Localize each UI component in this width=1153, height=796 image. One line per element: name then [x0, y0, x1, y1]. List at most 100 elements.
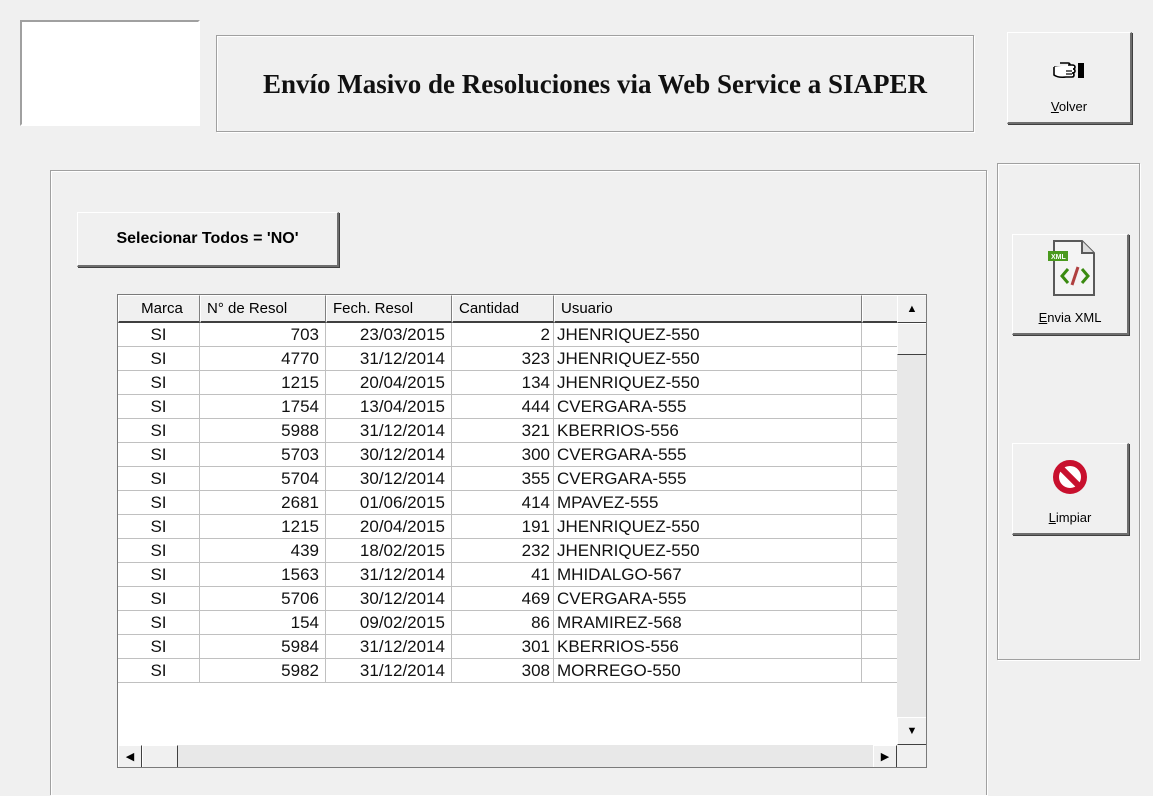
- cell-extra[interactable]: [862, 635, 898, 659]
- cell-usuario[interactable]: MORREGO-550: [554, 659, 862, 683]
- cell-extra[interactable]: [862, 371, 898, 395]
- cell-extra[interactable]: [862, 587, 898, 611]
- cell-marca[interactable]: SI: [118, 467, 200, 491]
- scroll-right-arrow-icon[interactable]: ▶: [873, 745, 897, 767]
- resolutions-grid[interactable]: Marca N° de Resol Fech. Resol Cantidad U…: [117, 294, 927, 768]
- column-header-extra[interactable]: [862, 295, 898, 323]
- cell-marca[interactable]: SI: [118, 659, 200, 683]
- limpiar-button[interactable]: Limpiar: [1012, 443, 1129, 535]
- table-row[interactable]: SI 5704 30/12/2014 355 CVERGARA-555: [118, 467, 898, 491]
- cell-extra[interactable]: [862, 419, 898, 443]
- table-row[interactable]: SI 5703 30/12/2014 300 CVERGARA-555: [118, 443, 898, 467]
- cell-fecha[interactable]: 30/12/2014: [326, 587, 452, 611]
- cell-cantidad[interactable]: 191: [452, 515, 554, 539]
- cell-fecha[interactable]: 20/04/2015: [326, 371, 452, 395]
- cell-fecha[interactable]: 23/03/2015: [326, 323, 452, 347]
- cell-resol[interactable]: 1215: [200, 371, 326, 395]
- scroll-left-arrow-icon[interactable]: ◀: [118, 745, 142, 767]
- cell-resol[interactable]: 154: [200, 611, 326, 635]
- scroll-up-arrow-icon[interactable]: ▲: [897, 295, 926, 323]
- cell-extra[interactable]: [862, 323, 898, 347]
- cell-marca[interactable]: SI: [118, 323, 200, 347]
- cell-fecha[interactable]: 20/04/2015: [326, 515, 452, 539]
- cell-usuario[interactable]: JHENRIQUEZ-550: [554, 515, 862, 539]
- cell-fecha[interactable]: 31/12/2014: [326, 659, 452, 683]
- table-row[interactable]: SI 1215 20/04/2015 191 JHENRIQUEZ-550: [118, 515, 898, 539]
- cell-fecha[interactable]: 01/06/2015: [326, 491, 452, 515]
- cell-extra[interactable]: [862, 491, 898, 515]
- cell-marca[interactable]: SI: [118, 563, 200, 587]
- horizontal-scrollbar[interactable]: ◀ ▶: [118, 745, 897, 767]
- cell-extra[interactable]: [862, 563, 898, 587]
- cell-resol[interactable]: 4770: [200, 347, 326, 371]
- cell-fecha[interactable]: 31/12/2014: [326, 563, 452, 587]
- cell-marca[interactable]: SI: [118, 635, 200, 659]
- cell-extra[interactable]: [862, 443, 898, 467]
- cell-usuario[interactable]: MHIDALGO-567: [554, 563, 862, 587]
- cell-usuario[interactable]: MPAVEZ-555: [554, 491, 862, 515]
- cell-marca[interactable]: SI: [118, 443, 200, 467]
- table-row[interactable]: SI 5988 31/12/2014 321 KBERRIOS-556: [118, 419, 898, 443]
- cell-cantidad[interactable]: 414: [452, 491, 554, 515]
- cell-fecha[interactable]: 30/12/2014: [326, 467, 452, 491]
- cell-cantidad[interactable]: 41: [452, 563, 554, 587]
- cell-usuario[interactable]: CVERGARA-555: [554, 443, 862, 467]
- cell-fecha[interactable]: 31/12/2014: [326, 347, 452, 371]
- cell-resol[interactable]: 1215: [200, 515, 326, 539]
- cell-cantidad[interactable]: 134: [452, 371, 554, 395]
- table-row[interactable]: SI 1754 13/04/2015 444 CVERGARA-555: [118, 395, 898, 419]
- cell-fecha[interactable]: 18/02/2015: [326, 539, 452, 563]
- cell-extra[interactable]: [862, 467, 898, 491]
- cell-fecha[interactable]: 09/02/2015: [326, 611, 452, 635]
- cell-usuario[interactable]: CVERGARA-555: [554, 587, 862, 611]
- cell-marca[interactable]: SI: [118, 611, 200, 635]
- cell-marca[interactable]: SI: [118, 419, 200, 443]
- cell-resol[interactable]: 1563: [200, 563, 326, 587]
- cell-usuario[interactable]: MRAMIREZ-568: [554, 611, 862, 635]
- table-row[interactable]: SI 4770 31/12/2014 323 JHENRIQUEZ-550: [118, 347, 898, 371]
- column-header-cantidad[interactable]: Cantidad: [452, 295, 554, 323]
- table-row[interactable]: SI 703 23/03/2015 2 JHENRIQUEZ-550: [118, 323, 898, 347]
- cell-resol[interactable]: 5982: [200, 659, 326, 683]
- cell-cantidad[interactable]: 232: [452, 539, 554, 563]
- cell-fecha[interactable]: 31/12/2014: [326, 635, 452, 659]
- table-row[interactable]: SI 5984 31/12/2014 301 KBERRIOS-556: [118, 635, 898, 659]
- table-row[interactable]: SI 5706 30/12/2014 469 CVERGARA-555: [118, 587, 898, 611]
- column-header-fecha[interactable]: Fech. Resol: [326, 295, 452, 323]
- cell-resol[interactable]: 1754: [200, 395, 326, 419]
- cell-resol[interactable]: 5984: [200, 635, 326, 659]
- cell-resol[interactable]: 5704: [200, 467, 326, 491]
- cell-extra[interactable]: [862, 611, 898, 635]
- cell-extra[interactable]: [862, 659, 898, 683]
- column-header-usuario[interactable]: Usuario: [554, 295, 862, 323]
- cell-marca[interactable]: SI: [118, 347, 200, 371]
- cell-marca[interactable]: SI: [118, 587, 200, 611]
- vertical-scroll-thumb[interactable]: [897, 323, 926, 355]
- select-all-toggle-button[interactable]: Selecionar Todos = 'NO': [77, 212, 339, 267]
- envia-xml-button[interactable]: XML Envia XML: [1012, 234, 1129, 335]
- cell-usuario[interactable]: JHENRIQUEZ-550: [554, 371, 862, 395]
- cell-resol[interactable]: 5988: [200, 419, 326, 443]
- cell-extra[interactable]: [862, 347, 898, 371]
- cell-cantidad[interactable]: 300: [452, 443, 554, 467]
- table-row[interactable]: SI 1563 31/12/2014 41 MHIDALGO-567: [118, 563, 898, 587]
- cell-usuario[interactable]: JHENRIQUEZ-550: [554, 323, 862, 347]
- cell-resol[interactable]: 439: [200, 539, 326, 563]
- cell-marca[interactable]: SI: [118, 491, 200, 515]
- table-row[interactable]: SI 154 09/02/2015 86 MRAMIREZ-568: [118, 611, 898, 635]
- cell-marca[interactable]: SI: [118, 539, 200, 563]
- cell-fecha[interactable]: 31/12/2014: [326, 419, 452, 443]
- cell-resol[interactable]: 5706: [200, 587, 326, 611]
- table-row[interactable]: SI 2681 01/06/2015 414 MPAVEZ-555: [118, 491, 898, 515]
- cell-usuario[interactable]: KBERRIOS-556: [554, 635, 862, 659]
- cell-fecha[interactable]: 13/04/2015: [326, 395, 452, 419]
- scroll-down-arrow-icon[interactable]: ▼: [897, 717, 926, 745]
- cell-resol[interactable]: 5703: [200, 443, 326, 467]
- cell-extra[interactable]: [862, 515, 898, 539]
- cell-resol[interactable]: 2681: [200, 491, 326, 515]
- table-row[interactable]: SI 1215 20/04/2015 134 JHENRIQUEZ-550: [118, 371, 898, 395]
- cell-cantidad[interactable]: 308: [452, 659, 554, 683]
- column-header-n-resol[interactable]: N° de Resol: [200, 295, 326, 323]
- volver-button[interactable]: Volver: [1007, 32, 1132, 124]
- cell-usuario[interactable]: CVERGARA-555: [554, 467, 862, 491]
